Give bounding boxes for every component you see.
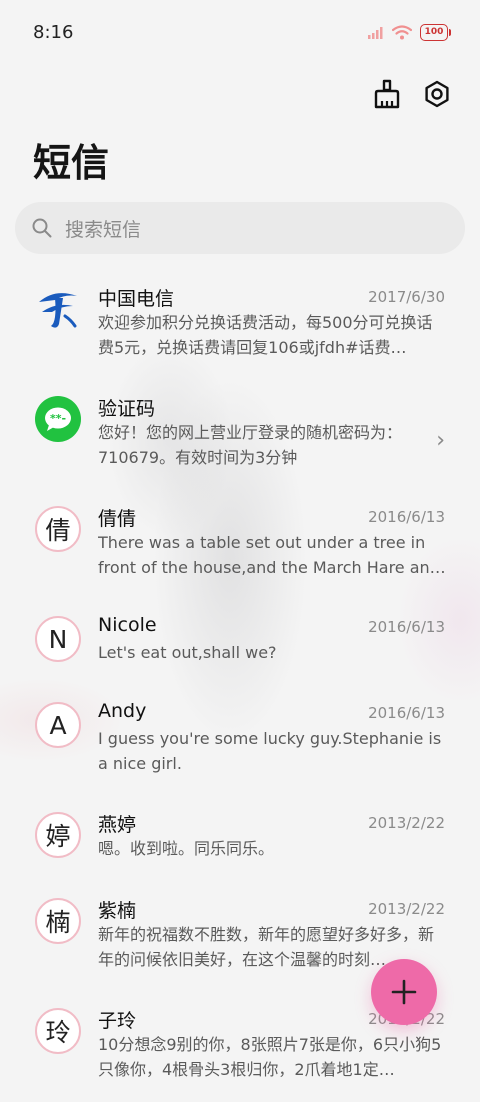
gear-icon [425,80,449,108]
sender-name: 验证码 [98,398,156,420]
contact-avatar: 楠 [35,898,81,944]
search-placeholder: 搜索短信 [65,218,142,241]
battery-indicator: 100 [420,24,451,41]
message-snippet: 您好！您的网上营业厅登录的随机密码为：710679。有效时间为3分钟 [98,423,403,467]
sender-name: Nicole [98,614,157,636]
status-bar: 8:16 100 [0,0,480,66]
contact-avatar: 玲 [35,1008,81,1054]
wifi-icon [392,25,412,40]
sender-name: 倩倩 [98,508,137,530]
sender-name: 燕婷 [98,814,137,836]
message-snippet: 10分想念9别的你，8张照片7张是你，6只小狗5只像你，4根骨头3根归你，2爪着… [98,1035,442,1079]
chevron-right-icon[interactable]: › [436,428,445,453]
sender-name: 中国电信 [98,288,175,310]
svg-text:**-: **- [50,412,66,425]
search-icon [32,218,52,238]
message-row[interactable]: **- 验证码 您好！您的网上营业厅登录的随机密码为：710679。有效时间为3… [0,380,480,490]
signal-icon [368,26,383,39]
top-actions [372,78,452,110]
message-snippet: 嗯。收到啦。同乐同乐。 [98,839,275,858]
message-date: 2016/6/13 [368,618,445,636]
new-message-button[interactable] [371,959,437,1025]
page-title: 短信 [33,141,110,185]
sender-name: 紫楠 [98,900,137,922]
plus-icon [391,979,417,1005]
clean-button[interactable] [372,78,402,110]
search-input[interactable]: 搜索短信 [15,202,465,254]
message-snippet: I guess you're some lucky guy.Stephanie … [98,729,442,773]
message-row[interactable]: 婷 燕婷 2013/2/22 嗯。收到啦。同乐同乐。 [0,796,480,882]
message-date: 2016/6/13 [368,508,445,526]
message-row[interactable]: N Nicole 2016/6/13 Let's eat out,shall w… [0,600,480,686]
message-date: 2013/2/22 [368,900,445,918]
status-time: 8:16 [33,22,74,43]
message-icon: **- [35,396,81,442]
message-row[interactable]: A Andy 2016/6/13 I guess you're some luc… [0,686,480,796]
contact-avatar: 婷 [35,812,81,858]
message-snippet: Let's eat out,shall we? [98,643,277,662]
sender-name: 子玲 [98,1010,137,1032]
telecom-logo-icon [35,286,81,332]
broom-icon [374,79,400,109]
message-snippet: There was a table set out under a tree i… [98,533,446,577]
message-date: 2017/6/30 [368,288,445,306]
contact-avatar: 倩 [35,506,81,552]
status-icons: 100 [368,24,451,41]
message-date: 2016/6/13 [368,704,445,722]
message-row[interactable]: 中国电信 2017/6/30 欢迎参加积分兑换话费活动，每500分可兑换话费5元… [0,270,480,380]
sender-name: Andy [98,700,147,722]
message-snippet: 欢迎参加积分兑换话费活动，每500分可兑换话费5元，兑换话费请回复106或jfd… [98,313,433,357]
settings-button[interactable] [422,78,452,110]
contact-avatar: N [35,616,81,662]
message-row[interactable]: 倩 倩倩 2016/6/13 There was a table set out… [0,490,480,600]
message-date: 2013/2/22 [368,814,445,832]
contact-avatar: A [35,702,81,748]
